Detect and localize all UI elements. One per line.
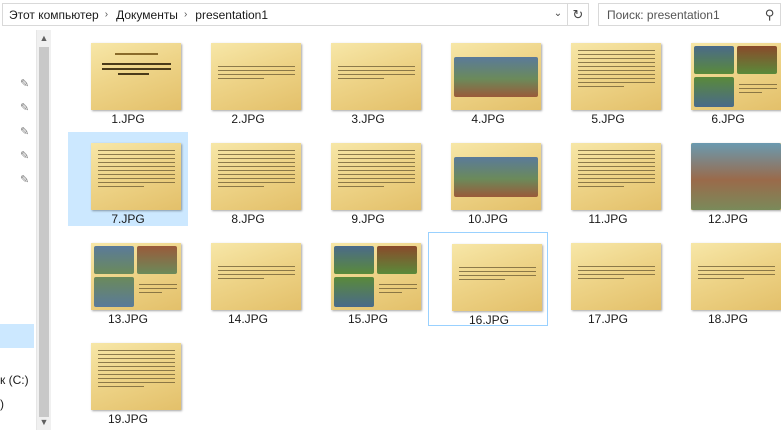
pin-icon[interactable]: ✎ (20, 78, 32, 90)
pin-icon[interactable]: ✎ (20, 174, 32, 186)
file-grid: 1.JPG 2.JPG 3.JPG 4.JPG 5.JPG 6.JPG 7.JPG 8.JPG… (52, 32, 781, 430)
file-name-label: 9.JPG (351, 212, 385, 226)
search-icon[interactable]: ⚲ (759, 7, 780, 23)
file-item[interactable]: 3.JPG (308, 32, 428, 126)
file-name-label: 1.JPG (111, 112, 145, 126)
file-item[interactable]: 6.JPG (668, 32, 781, 126)
nav-item-drive[interactable]: ) (0, 397, 4, 411)
nav-item-drive-c[interactable]: к (C:) (0, 373, 29, 387)
refresh-icon[interactable]: ↻ (567, 3, 589, 26)
chevron-down-icon[interactable]: ⌄ (549, 3, 567, 24)
file-item[interactable]: 16.JPG (428, 232, 548, 327)
file-thumbnail[interactable] (211, 143, 301, 210)
file-name-label: 18.JPG (707, 312, 749, 326)
navigation-pane: ✎ ✎ ✎ ✎ ✎ к (C:) ) (0, 28, 36, 430)
pin-icon[interactable]: ✎ (20, 150, 32, 162)
file-thumbnail[interactable] (91, 343, 181, 410)
breadcrumb-this-pc[interactable]: Этот компьютер (3, 8, 103, 22)
file-item[interactable]: 4.JPG (428, 32, 548, 126)
file-thumbnail[interactable] (571, 43, 661, 110)
nav-scrollbar[interactable]: ▲ ▼ (36, 30, 51, 430)
file-thumbnail[interactable] (451, 143, 541, 210)
nav-item-selected[interactable] (0, 324, 34, 348)
file-thumbnail[interactable] (691, 143, 781, 210)
file-item[interactable]: 1.JPG (68, 32, 188, 126)
pin-icon[interactable]: ✎ (20, 126, 32, 138)
file-item[interactable]: 8.JPG (188, 132, 308, 226)
address-bar: Этот компьютер › Документы › presentatio… (0, 0, 781, 28)
file-name-label: 7.JPG (111, 212, 145, 226)
file-thumbnail[interactable] (211, 43, 301, 110)
search-box[interactable]: ⚲ (598, 3, 781, 26)
breadcrumb-documents[interactable]: Документы (110, 8, 182, 22)
chevron-right-icon[interactable]: › (182, 9, 189, 20)
file-thumbnail[interactable] (331, 243, 421, 310)
file-item[interactable]: 17.JPG (548, 232, 668, 326)
file-thumbnail[interactable] (571, 243, 661, 310)
file-thumbnail[interactable] (451, 43, 541, 110)
breadcrumb[interactable]: Этот компьютер › Документы › presentatio… (2, 3, 588, 26)
file-thumbnail[interactable] (91, 243, 181, 310)
file-name-label: 10.JPG (467, 212, 509, 226)
file-item[interactable]: 18.JPG (668, 232, 781, 326)
file-name-label: 13.JPG (107, 312, 149, 326)
file-thumbnail[interactable] (691, 43, 781, 110)
file-item[interactable]: 13.JPG (68, 232, 188, 326)
scrollbar-thumb[interactable] (39, 47, 49, 417)
scroll-up-icon[interactable]: ▲ (37, 30, 51, 46)
file-item[interactable]: 15.JPG (308, 232, 428, 326)
file-thumbnail[interactable] (691, 243, 781, 310)
file-thumbnail[interactable] (331, 143, 421, 210)
file-item[interactable]: 10.JPG (428, 132, 548, 226)
file-item[interactable]: 9.JPG (308, 132, 428, 226)
file-item[interactable]: 19.JPG (68, 332, 188, 426)
file-name-label: 16.JPG (468, 313, 510, 327)
file-name-label: 15.JPG (347, 312, 389, 326)
chevron-right-icon[interactable]: › (103, 9, 110, 20)
file-name-label: 3.JPG (351, 112, 385, 126)
file-thumbnail[interactable] (331, 43, 421, 110)
file-name-label: 19.JPG (107, 412, 149, 426)
search-input[interactable] (599, 6, 759, 23)
file-thumbnail[interactable] (91, 143, 181, 210)
file-item[interactable]: 5.JPG (548, 32, 668, 126)
file-item[interactable]: 12.JPG (668, 132, 781, 226)
file-name-label: 5.JPG (591, 112, 625, 126)
file-item[interactable]: 7.JPG (68, 132, 188, 226)
file-thumbnail[interactable] (211, 243, 301, 310)
file-thumbnail[interactable] (571, 143, 661, 210)
file-name-label: 4.JPG (471, 112, 505, 126)
file-name-label: 14.JPG (227, 312, 269, 326)
scroll-down-icon[interactable]: ▼ (37, 414, 51, 430)
pin-icon[interactable]: ✎ (20, 102, 32, 114)
file-thumbnail[interactable] (452, 244, 542, 311)
file-name-label: 8.JPG (231, 212, 265, 226)
file-name-label: 17.JPG (587, 312, 629, 326)
file-name-label: 11.JPG (588, 212, 628, 226)
file-name-label: 12.JPG (707, 212, 749, 226)
file-item[interactable]: 11.JPG (548, 132, 668, 226)
file-name-label: 6.JPG (711, 112, 745, 126)
breadcrumb-presentation1[interactable]: presentation1 (189, 8, 272, 22)
file-name-label: 2.JPG (231, 112, 265, 126)
file-item[interactable]: 14.JPG (188, 232, 308, 326)
file-item[interactable]: 2.JPG (188, 32, 308, 126)
file-thumbnail[interactable] (91, 43, 181, 110)
